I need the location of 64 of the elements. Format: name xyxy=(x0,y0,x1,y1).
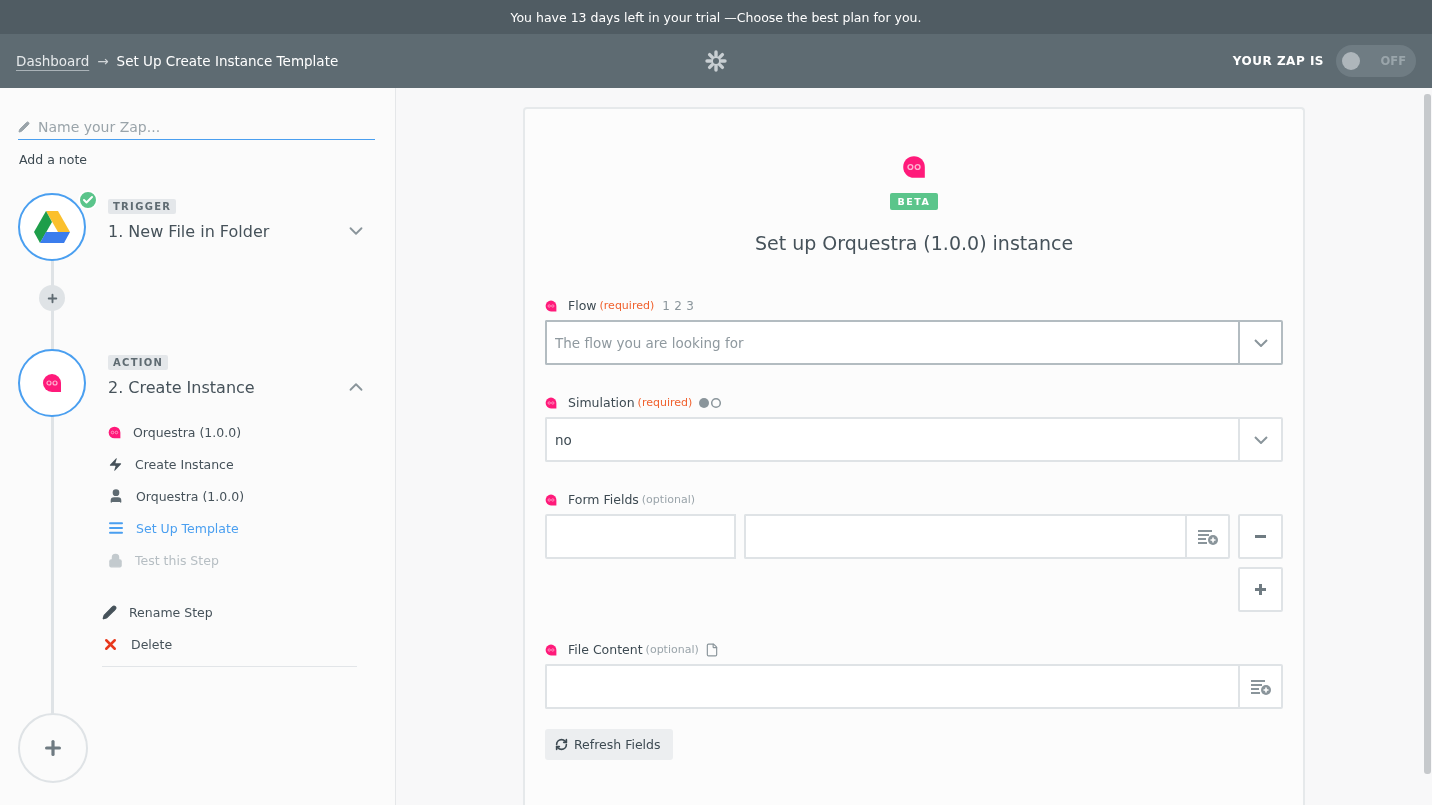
field-label: Flow xyxy=(568,298,597,313)
add-button[interactable] xyxy=(1238,567,1283,612)
insert-data-button[interactable] xyxy=(1238,664,1283,709)
beta-badge: BETA xyxy=(889,193,939,210)
orquestra-logo-icon xyxy=(545,299,557,312)
value-input-field[interactable] xyxy=(744,514,1185,559)
add-note-link[interactable]: Add a note xyxy=(19,152,375,167)
plus-icon xyxy=(45,291,59,305)
lock-icon xyxy=(108,552,123,568)
asterisk-logo-icon xyxy=(705,50,727,72)
card-heading: Set up Orquestra (1.0.0) instance xyxy=(754,232,1074,254)
orquestra-logo-icon xyxy=(902,155,926,179)
step-title[interactable]: 1. New File in Folder xyxy=(108,221,270,241)
add-step-button[interactable] xyxy=(39,285,65,311)
pencil-icon xyxy=(102,604,117,620)
field-label: Form Fields xyxy=(568,492,639,507)
trial-notice: You have 13 days left in your trial —Choose the best plan for you. xyxy=(0,0,1432,34)
step-title[interactable]: 2. Create Instance xyxy=(108,377,255,397)
page-title: Set Up Create Instance Template xyxy=(116,53,339,69)
scrollbar[interactable] xyxy=(1424,94,1431,774)
requirement-note: (optional) xyxy=(641,493,695,506)
field-label: File Content xyxy=(568,642,643,657)
zap-status-label: YOUR ZAP IS xyxy=(1232,54,1324,68)
step-type-badge: ACTION xyxy=(108,355,169,370)
lightning-icon xyxy=(108,456,123,472)
chevron-down-icon xyxy=(1253,338,1268,347)
zap-name-field[interactable]: Name your Zap... xyxy=(36,118,375,136)
text-field[interactable] xyxy=(545,664,1238,709)
orquestra-logo-icon xyxy=(42,373,62,393)
plus-icon xyxy=(42,737,64,759)
list-add-icon xyxy=(1196,528,1219,545)
refresh-fields-button[interactable]: Refresh Fields xyxy=(545,729,673,760)
field-label: Simulation xyxy=(568,395,635,410)
insert-data-button[interactable] xyxy=(1185,514,1230,559)
orquestra-logo-icon xyxy=(545,493,557,506)
pencil-icon xyxy=(18,121,30,133)
orquestra-logo-icon xyxy=(545,643,557,656)
orquestra-logo-icon xyxy=(545,396,557,409)
key-input-field[interactable] xyxy=(545,514,736,559)
substep-link[interactable]: Orquestra (1.0.0) xyxy=(108,480,375,512)
plus-icon xyxy=(1255,584,1266,595)
requirement-note: (required) xyxy=(637,396,693,409)
choose-plan-link[interactable]: —Choose the best plan for you. xyxy=(724,9,922,25)
select-field[interactable]: The flow you are looking for xyxy=(545,320,1238,365)
list-add-icon xyxy=(1249,678,1272,695)
drive-triangle-icon xyxy=(34,211,70,243)
orquestra-logo-icon xyxy=(108,425,121,439)
select-field[interactable]: no xyxy=(545,417,1238,462)
step-action-link[interactable]: Rename Step xyxy=(102,596,357,628)
step-action-link[interactable]: Delete xyxy=(102,628,357,660)
requirement-note: (required) xyxy=(599,299,655,312)
minus-icon xyxy=(1255,535,1266,538)
substep-link[interactable]: Create Instance xyxy=(108,448,375,480)
user-icon xyxy=(108,488,124,504)
step-type-badge: TRIGGER xyxy=(108,199,177,214)
breadcrumb-arrow: → xyxy=(97,53,109,69)
lines-icon xyxy=(108,520,124,536)
dropdown-button[interactable] xyxy=(1238,320,1283,365)
requirement-note: (optional) xyxy=(645,643,699,656)
chevron-down-icon xyxy=(1253,435,1268,444)
dashboard-link[interactable]: Dashboard xyxy=(16,53,90,69)
substep-link[interactable]: Orquestra (1.0.0) xyxy=(108,416,375,448)
step-numbers: 1 2 3 xyxy=(662,298,695,313)
refresh-icon xyxy=(555,738,568,751)
